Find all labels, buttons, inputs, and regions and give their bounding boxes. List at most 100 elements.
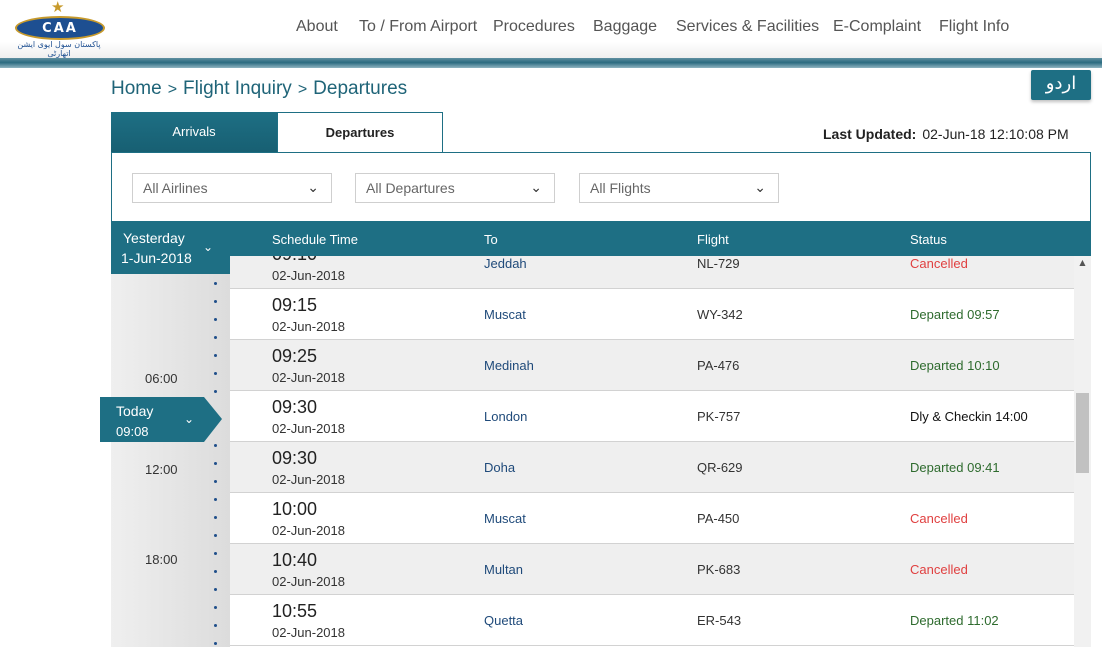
- schedule-time: 10:00: [272, 499, 318, 519]
- destination: Jeddah: [484, 256, 527, 271]
- table-scrollbar[interactable]: ▲: [1074, 256, 1091, 647]
- flights-table[interactable]: 09:10 02-Jun-2018 Jeddah NL-729 Cancelle…: [230, 256, 1074, 647]
- nav-to-from-airport[interactable]: To / From Airport: [359, 18, 477, 36]
- schedule-date: 02-Jun-2018: [272, 625, 345, 640]
- yesterday-label: Yesterday: [123, 230, 185, 246]
- flight-status: Departed 11:02: [910, 613, 999, 628]
- timeline-dot: [214, 552, 217, 555]
- timeline-dot: [214, 642, 217, 645]
- timeline-dot: [214, 570, 217, 573]
- star-icon: ★: [51, 0, 65, 16]
- last-updated: Last Updated: 02-Jun-18 12:10:08 PM: [823, 126, 1069, 142]
- chevron-down-icon: ⌄: [307, 180, 319, 196]
- flight-status: Departed 09:41: [910, 460, 1000, 475]
- schedule-time: 09:30: [272, 448, 318, 468]
- schedule-date: 02-Jun-2018: [272, 268, 345, 283]
- schedule-date: 02-Jun-2018: [272, 421, 345, 436]
- nav-about[interactable]: About: [296, 18, 338, 36]
- departures-select[interactable]: All Departures ⌄: [355, 173, 555, 203]
- schedule-time: 10:40: [272, 550, 318, 570]
- airlines-select-value: All Airlines: [143, 180, 208, 196]
- breadcrumb: Home > Flight Inquiry > Departures: [111, 78, 407, 100]
- chevron-down-icon: ⌄: [184, 412, 195, 426]
- flight-status: Cancelled: [910, 256, 968, 271]
- breadcrumb-home[interactable]: Home: [111, 78, 162, 99]
- today-marker[interactable]: Today 09:08 ⌄: [100, 397, 222, 442]
- schedule-time: 09:30: [272, 397, 318, 417]
- destination: Doha: [484, 460, 516, 475]
- flight-status: Cancelled: [910, 562, 968, 577]
- flight-status: Cancelled: [910, 511, 968, 526]
- table-row[interactable]: 09:30 02-Jun-2018 London PK-757 Dly & Ch…: [230, 391, 1074, 442]
- schedule-date: 02-Jun-2018: [272, 472, 345, 487]
- header-status: Status: [910, 232, 947, 247]
- nav-e-complaint[interactable]: E-Complaint: [833, 18, 921, 36]
- timeline-dot: [214, 534, 217, 537]
- nav-flight-info[interactable]: Flight Info: [939, 18, 1009, 36]
- caa-logo[interactable]: ★ CAA پاکستان سول ایوی ایشن اتھارٹی: [8, 0, 108, 58]
- timeline-dot: [214, 624, 217, 627]
- schedule-time: 09:15: [272, 295, 318, 315]
- breadcrumb-flight-inquiry[interactable]: Flight Inquiry: [183, 78, 292, 99]
- header-schedule-time: Schedule Time: [272, 232, 358, 247]
- schedule-time: 10:55: [272, 601, 318, 621]
- timeline-dot: [214, 318, 217, 321]
- timeline-dot: [214, 606, 217, 609]
- flight-number: PA-450: [697, 511, 740, 526]
- flight-number: PK-757: [697, 409, 741, 424]
- table-row[interactable]: 10:00 02-Jun-2018 Muscat PA-450 Cancelle…: [230, 493, 1074, 544]
- timeline-dot: [214, 372, 217, 375]
- last-updated-label: Last Updated:: [823, 126, 917, 142]
- timeline-dot: [214, 480, 217, 483]
- timeline-dot: [214, 516, 217, 519]
- destination: Medinah: [484, 358, 534, 373]
- logo-urdu-text: پاکستان سول ایوی ایشن اتھارٹی: [17, 40, 101, 58]
- schedule-time: 09:10: [272, 256, 317, 265]
- urdu-language-button[interactable]: اردو: [1031, 70, 1091, 100]
- breadcrumb-current: Departures: [313, 78, 408, 99]
- flight-status: Dly & Checkin 14:00: [910, 409, 1028, 424]
- airlines-select[interactable]: All Airlines ⌄: [132, 173, 332, 203]
- timeline-mark-1200: 12:00: [145, 462, 178, 477]
- table-row[interactable]: 09:10 02-Jun-2018 Jeddah NL-729 Cancelle…: [230, 256, 1074, 289]
- table-row[interactable]: 09:30 02-Jun-2018 Doha QR-629 Departed 0…: [230, 442, 1074, 493]
- header-to: To: [484, 232, 498, 247]
- timeline-dot: [214, 444, 217, 447]
- tab-arrivals[interactable]: Arrivals: [111, 112, 277, 153]
- scrollbar-thumb[interactable]: [1076, 393, 1089, 473]
- flights-select[interactable]: All Flights ⌄: [579, 173, 779, 203]
- last-updated-value: 02-Jun-18 12:10:08 PM: [922, 126, 1069, 142]
- timeline-dot: [214, 462, 217, 465]
- destination: Multan: [484, 562, 524, 577]
- today-time: 09:08: [116, 424, 149, 439]
- schedule-date: 02-Jun-2018: [272, 523, 345, 538]
- timeline-dot: [214, 390, 217, 393]
- departures-select-value: All Departures: [366, 180, 455, 196]
- chevron-down-icon: ⌄: [203, 240, 214, 254]
- breadcrumb-separator: >: [297, 81, 308, 98]
- table-row[interactable]: 09:15 02-Jun-2018 Muscat WY-342 Departed…: [230, 289, 1074, 340]
- yesterday-selector[interactable]: Yesterday 1-Jun-2018 ⌄: [111, 222, 230, 274]
- scroll-up-arrow-icon[interactable]: ▲: [1074, 258, 1091, 272]
- table-header: Schedule Time To Flight Status: [230, 222, 1091, 256]
- destination: Muscat: [484, 511, 526, 526]
- destination: Muscat: [484, 307, 526, 322]
- chevron-down-icon: ⌄: [530, 180, 542, 196]
- schedule-date: 02-Jun-2018: [272, 319, 345, 334]
- tab-departures[interactable]: Departures: [277, 112, 443, 153]
- site-header: ★ CAA پاکستان سول ایوی ایشن اتھارٹی Abou…: [0, 0, 1102, 60]
- flight-number: ER-543: [697, 613, 742, 628]
- timeline-dot: [214, 498, 217, 501]
- table-row[interactable]: 10:40 02-Jun-2018 Multan PK-683 Cancelle…: [230, 544, 1074, 595]
- flight-number: WY-342: [697, 307, 743, 322]
- timeline-dot: [214, 336, 217, 339]
- table-row[interactable]: 10:55 02-Jun-2018 Quetta ER-543 Departed…: [230, 595, 1074, 646]
- nav-baggage[interactable]: Baggage: [593, 18, 657, 36]
- header-divider: [0, 58, 1102, 68]
- timeline-dot: [214, 300, 217, 303]
- nav-procedures[interactable]: Procedures: [493, 18, 575, 36]
- flight-number: NL-729: [697, 256, 740, 271]
- destination: Quetta: [484, 613, 524, 628]
- nav-services-facilities[interactable]: Services & Facilities: [676, 18, 819, 36]
- table-row[interactable]: 09:25 02-Jun-2018 Medinah PA-476 Departe…: [230, 340, 1074, 391]
